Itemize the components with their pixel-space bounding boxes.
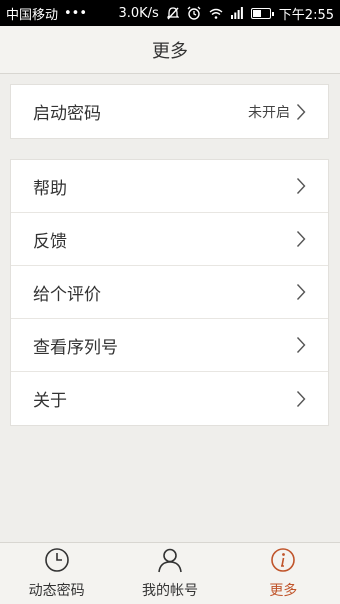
wifi-icon — [209, 8, 223, 19]
row-label: 帮助 — [33, 178, 67, 199]
row-label: 启动密码 — [33, 104, 101, 124]
settings-group-general: 帮助 反馈 给个评价 查看序列号 关于 — [10, 159, 329, 426]
clock-time: 下午2:55 — [278, 7, 334, 23]
row-label: 关于 — [33, 391, 67, 411]
chevron-right-icon — [296, 177, 306, 195]
chevron-right-icon — [296, 103, 306, 121]
bottom-tab-bar: 动态密码 我的帐号 更多 — [0, 542, 340, 604]
serial-number-row[interactable]: 查看序列号 — [11, 319, 328, 372]
title-bar: 更多 — [0, 26, 340, 74]
tab-more[interactable]: 更多 — [227, 543, 340, 604]
tab-label: 我的帐号 — [141, 583, 198, 599]
status-bar: 中国移动 ••• 3.0K/s 下午2:55 — [0, 0, 340, 26]
feedback-row[interactable]: 反馈 — [11, 213, 328, 266]
row-label: 反馈 — [33, 231, 67, 252]
help-row[interactable]: 帮助 — [11, 160, 328, 213]
row-value: 未开启 — [248, 104, 290, 121]
network-speed: 3.0K/s — [118, 5, 159, 21]
tab-label: 更多 — [269, 583, 298, 599]
chevron-right-icon — [296, 283, 306, 301]
signal-icon — [230, 7, 243, 19]
row-label: 给个评价 — [33, 284, 101, 305]
chevron-right-icon — [296, 336, 306, 354]
carrier-text: 中国移动 — [6, 7, 59, 23]
startup-password-row[interactable]: 启动密码 未开启 — [11, 85, 328, 138]
battery-icon — [250, 7, 274, 19]
tab-my-account[interactable]: 我的帐号 — [113, 543, 226, 604]
tab-label: 动态密码 — [28, 583, 85, 599]
chevron-right-icon — [296, 230, 306, 248]
page-title: 更多 — [152, 40, 188, 62]
chevron-right-icon — [296, 390, 306, 408]
row-label: 查看序列号 — [33, 337, 118, 358]
info-icon — [270, 547, 296, 577]
about-row[interactable]: 关于 — [11, 372, 328, 425]
clock-icon — [44, 547, 70, 577]
rate-app-row[interactable]: 给个评价 — [11, 266, 328, 319]
tab-dynamic-password[interactable]: 动态密码 — [0, 543, 113, 604]
alarm-icon — [187, 6, 201, 20]
person-icon — [157, 547, 183, 577]
mute-icon — [166, 6, 179, 20]
notification-dots: ••• — [64, 5, 88, 21]
settings-group-security: 启动密码 未开启 — [10, 84, 329, 139]
